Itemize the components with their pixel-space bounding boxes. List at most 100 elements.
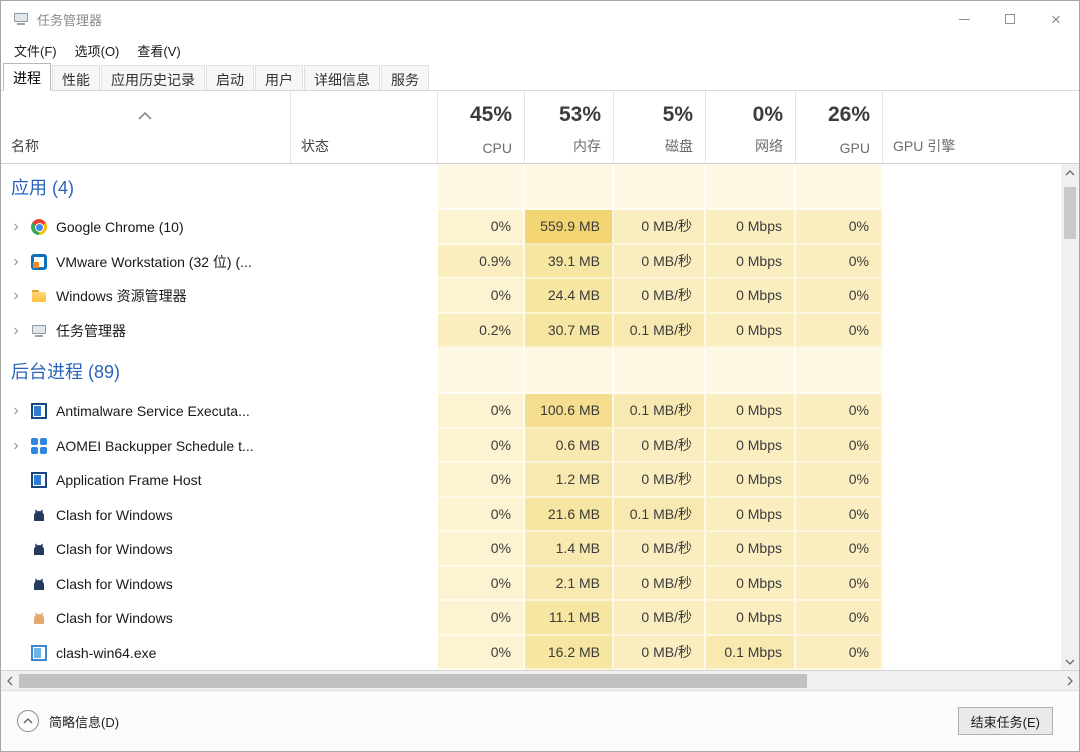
menu-item-2[interactable]: 查看(V) [128, 38, 189, 63]
column-label: CPU [482, 140, 512, 156]
table-row[interactable]: Application Frame Host 0% 1.2 MB 0 MB/秒 0 Mb… [1, 463, 1061, 498]
gpu-cell: 0% [796, 210, 883, 245]
name-header-label: 名称 [11, 138, 39, 154]
table-row[interactable]: Clash for Windows 0% 1.4 MB 0 MB/秒 0 Mbps 0% [1, 532, 1061, 567]
table-row[interactable]: Clash for Windows 0% 21.6 MB 0.1 MB/秒 0 Mbps… [1, 497, 1061, 532]
gpu-engine-cell [883, 279, 1061, 314]
table-row[interactable]: Clash for Windows 0% 11.1 MB 0 MB/秒 0 Mbps 0% [1, 601, 1061, 636]
vertical-scrollbar[interactable] [1061, 164, 1079, 670]
menu-bar: 文件(F) 选项(O) 查看(V) [1, 37, 1079, 63]
expand-chevron-icon[interactable]: › [1, 219, 31, 235]
minimize-button[interactable] [941, 1, 987, 37]
network-cell: 0 Mbps [706, 394, 796, 429]
process-name: 任务管理器 [56, 322, 126, 339]
sort-ascending-icon [137, 107, 153, 125]
process-name: Clash for Windows [56, 506, 173, 523]
window-light-icon [31, 644, 47, 661]
close-button[interactable]: × [1033, 1, 1079, 37]
tab-0[interactable]: 进程 [3, 63, 51, 91]
expand-chevron-icon[interactable]: › [1, 437, 31, 454]
status-cell [291, 245, 438, 280]
table-row[interactable]: Clash for Windows 0% 2.1 MB 0 MB/秒 0 Mbps 0% [1, 566, 1061, 602]
gpu-cell: 0% [796, 313, 883, 348]
column-header-status[interactable]: 状态 [291, 91, 438, 163]
section-header-row[interactable]: 后台进程 (89) [1, 348, 1061, 394]
tab-6[interactable]: 服务 [381, 65, 429, 90]
column-header-内存[interactable]: 53% 内存 [525, 91, 614, 163]
tab-5[interactable]: 详细信息 [304, 65, 380, 90]
gpu-engine-cell [883, 428, 1061, 463]
menu-item-1[interactable]: 选项(O) [66, 38, 129, 63]
memory-cell: 11.1 MB [525, 601, 614, 636]
cpu-cell: 0.2% [438, 313, 525, 348]
process-rows: 应用 (4) › Google Chrome (10) 0% 559.9 MB 0 MB/… [1, 164, 1061, 670]
memory-cell: 1.2 MB [525, 463, 614, 498]
memory-cell: 39.1 MB [525, 244, 614, 279]
cpu-cell: 0% [438, 279, 525, 314]
column-header-网络[interactable]: 0% 网络 [706, 91, 796, 163]
menu-item-0[interactable]: 文件(F) [5, 38, 66, 63]
gpu-engine-cell [883, 164, 1061, 210]
table-row[interactable]: › 任务管理器 0.2% 30.7 MB 0.1 MB/秒 0 Mbps 0% [1, 313, 1061, 348]
details-toggle[interactable]: 简略信息(D) [17, 710, 119, 732]
column-label: 磁盘 [665, 138, 693, 154]
section-header-row[interactable]: 应用 (4) [1, 164, 1061, 210]
column-header-gpu-engine[interactable]: GPU 引擎 [883, 91, 1079, 163]
chevron-up-circle-icon [17, 710, 39, 732]
expand-chevron-icon[interactable]: › [1, 322, 31, 339]
network-cell: 0 Mbps [706, 497, 796, 532]
column-header-磁盘[interactable]: 5% 磁盘 [614, 91, 706, 163]
memory-cell: 2.1 MB [525, 566, 614, 601]
table-row[interactable]: clash-win64.exe 0% 16.2 MB 0 MB/秒 0.1 Mbps 0% [1, 635, 1061, 670]
tab-1[interactable]: 性能 [52, 65, 100, 90]
table-row[interactable]: › AOMEI Backupper Schedule t... 0% 0.6 MB 0 … [1, 428, 1061, 463]
table-row[interactable]: › Windows 资源管理器 0% 24.4 MB 0 MB/秒 0 Mbps 0% [1, 279, 1061, 314]
process-name: Antimalware Service Executa... [56, 403, 250, 420]
end-task-button[interactable]: 结束任务(E) [957, 707, 1053, 735]
expand-chevron-icon[interactable]: › [1, 403, 31, 419]
expand-chevron-icon[interactable]: › [1, 288, 31, 304]
scroll-right-arrow[interactable] [1061, 671, 1079, 690]
table-row[interactable]: › Antimalware Service Executa... 0% 100.6 M… [1, 394, 1061, 429]
scroll-up-arrow[interactable] [1061, 164, 1079, 181]
process-name: Clash for Windows [56, 541, 173, 558]
cpu-cell: 0% [438, 601, 525, 636]
process-table-body: 应用 (4) › Google Chrome (10) 0% 559.9 MB 0 MB/… [1, 164, 1079, 670]
column-header-gpu[interactable]: 26% GPU [796, 91, 883, 163]
memory-cell: 24.4 MB [525, 279, 614, 314]
vertical-scroll-thumb[interactable] [1064, 187, 1076, 239]
status-cell [291, 210, 438, 245]
tab-3[interactable]: 启动 [206, 65, 254, 90]
memory-cell: 1.4 MB [525, 532, 614, 567]
minimize-icon [958, 18, 970, 20]
gpu-engine-cell [883, 635, 1061, 670]
maximize-button[interactable] [987, 1, 1033, 37]
tab-4[interactable]: 用户 [255, 65, 303, 90]
heat-cell-empty [438, 164, 525, 210]
horizontal-scrollbar[interactable] [1, 670, 1079, 690]
horizontal-scroll-thumb[interactable] [19, 673, 807, 688]
status-header-label: 状态 [301, 138, 329, 154]
gpu-cell: 0% [796, 601, 883, 636]
column-header-cpu[interactable]: 45% CPU [438, 91, 525, 163]
tab-2[interactable]: 应用历史记录 [101, 65, 205, 90]
process-name: Clash for Windows [56, 575, 173, 592]
status-cell [291, 394, 438, 429]
network-cell: 0 Mbps [706, 313, 796, 348]
gpu-engine-cell [883, 601, 1061, 636]
heat-cell-empty [796, 164, 883, 210]
window-icon [31, 472, 47, 489]
table-row[interactable]: › Google Chrome (10) 0% 559.9 MB 0 MB/秒 0 Mbp… [1, 210, 1061, 245]
gpu-engine-cell [883, 566, 1061, 601]
gpu-cell: 0% [796, 279, 883, 314]
table-row[interactable]: › VMware Workstation (32 位) (... 0.9% 39.1 … [1, 244, 1061, 280]
cpu-cell: 0% [438, 532, 525, 567]
chrome-icon [31, 219, 47, 236]
disk-cell: 0.1 MB/秒 [614, 313, 706, 348]
status-cell [291, 567, 438, 602]
expand-chevron-icon[interactable]: › [1, 253, 31, 270]
scroll-left-arrow[interactable] [1, 671, 19, 690]
scroll-down-arrow[interactable] [1061, 653, 1079, 670]
network-cell: 0 Mbps [706, 532, 796, 567]
column-header-name[interactable]: 名称 [1, 91, 291, 163]
